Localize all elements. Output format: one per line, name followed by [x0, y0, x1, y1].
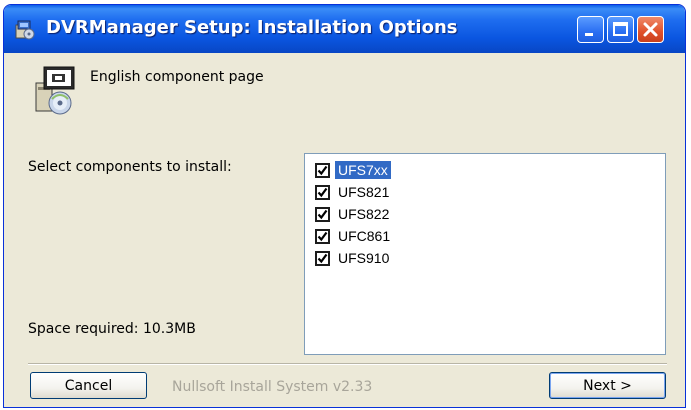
component-checkbox[interactable]: [315, 250, 330, 266]
maximize-button[interactable]: [607, 16, 634, 43]
nsis-branding-text: Nullsoft Install System v2.33: [172, 379, 373, 395]
setup-app-icon: [14, 19, 36, 41]
select-components-label: Select components to install:: [28, 159, 232, 175]
window-title: DVRManager Setup: Installation Options: [46, 17, 458, 38]
component-checkbox[interactable]: [315, 206, 330, 222]
title-bar[interactable]: DVRManager Setup: Installation Options: [4, 5, 685, 53]
component-item[interactable]: UFS822: [315, 204, 392, 224]
close-button[interactable]: [637, 16, 664, 43]
cancel-button[interactable]: Cancel: [30, 372, 147, 399]
next-button[interactable]: Next >: [549, 372, 666, 399]
component-item[interactable]: UFS910: [315, 248, 392, 268]
component-item[interactable]: UFC861: [315, 226, 393, 246]
component-item[interactable]: UFS821: [315, 182, 392, 202]
component-list[interactable]: UFS7xx UFS821 UFS822 UFC861 UFS910: [304, 153, 666, 355]
installer-disk-icon: [28, 61, 80, 117]
component-label: UFC861: [338, 228, 391, 244]
installer-window: DVRManager Setup: Installation Options E…: [3, 4, 686, 408]
component-item[interactable]: UFS7xx: [315, 160, 391, 180]
component-label: UFS910: [338, 250, 390, 266]
component-checkbox[interactable]: [315, 184, 330, 200]
component-label: UFS822: [338, 206, 390, 222]
page-header-text: English component page: [90, 69, 264, 85]
component-checkbox[interactable]: [315, 228, 330, 244]
space-required-label: Space required: 10.3MB: [28, 321, 196, 337]
component-checkbox[interactable]: [315, 162, 330, 178]
footer-divider: [28, 363, 667, 365]
component-label: UFS821: [338, 184, 390, 200]
component-label: UFS7xx: [335, 161, 391, 179]
minimize-button[interactable]: [577, 16, 604, 43]
